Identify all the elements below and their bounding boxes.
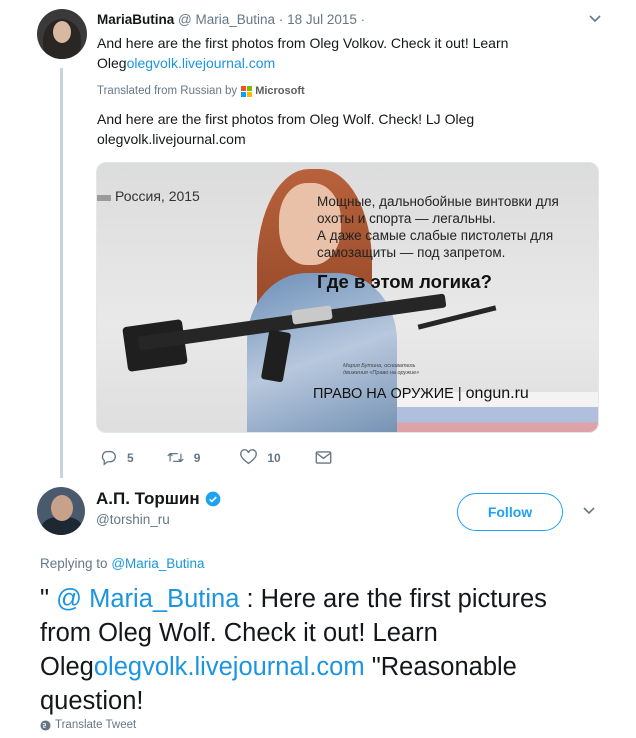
replying-to: Replying to @Maria_Butina: [40, 556, 205, 571]
direct-message-button[interactable]: [315, 449, 332, 466]
author-name[interactable]: А.П. Торшин: [96, 489, 200, 509]
reply-icon: [101, 450, 116, 466]
author-handle[interactable]: @ Maria_Butina: [178, 12, 275, 27]
tweet-link[interactable]: olegvolk.livejournal.com: [94, 653, 365, 681]
reply-count: 5: [127, 450, 134, 465]
retweet-button[interactable]: 9: [167, 449, 201, 466]
tweet-photo[interactable]: Россия, 2015 Мощные, дальнобойные винтов…: [96, 162, 599, 433]
like-count: 10: [267, 450, 281, 465]
translated-text: And here are the first photos from Oleg …: [97, 111, 475, 147]
tweet-link[interactable]: olegvolk.livejournal.com: [127, 55, 276, 71]
poster-body-text: Мощные, дальнобойные винтовки для охоты …: [317, 194, 559, 260]
thread-connector: [60, 68, 63, 478]
tweet-actions: 5 9 10: [100, 449, 332, 466]
author-name[interactable]: MariaButina: [97, 12, 174, 27]
author-handle[interactable]: @torshin_ru: [96, 512, 170, 527]
follow-button[interactable]: Follow: [457, 493, 563, 531]
poster-year: Россия, 2015: [115, 188, 200, 204]
translate-tweet-button[interactable]: Translate Tweet: [40, 719, 136, 731]
tweet-original[interactable]: MariaButina @ Maria_Butina · 18 Jul 2015…: [0, 0, 636, 478]
tweet-text: " @ Maria_Butina : Here are the first pi…: [40, 585, 547, 715]
like-button[interactable]: 10: [240, 449, 281, 466]
replying-to-handle[interactable]: @Maria_Butina: [111, 556, 204, 571]
tweet-header: MariaButina @ Maria_Butina · 18 Jul 2015…: [97, 12, 366, 27]
translation-attribution: Translated from Russian by Microsoft: [97, 85, 305, 97]
globe-icon: [40, 719, 51, 731]
avatar[interactable]: [37, 9, 87, 59]
verified-badge-icon: [205, 491, 220, 507]
poster-question: Где в этом логика?: [317, 271, 492, 292]
poster-footer: ПРАВО НА ОРУЖИЕ | ongun.ru: [313, 385, 529, 402]
heart-icon: [240, 449, 258, 465]
mention-link[interactable]: @ Maria_Butina: [56, 585, 239, 613]
retweet-icon: [167, 452, 184, 463]
retweet-count: 9: [193, 450, 201, 465]
tweet-text: And here are the first photos from Oleg …: [97, 35, 509, 71]
author-name-row: А.П. Торшин: [96, 489, 221, 509]
microsoft-logo-icon: [241, 85, 253, 97]
avatar[interactable]: [37, 487, 85, 535]
chevron-down-icon[interactable]: [582, 505, 596, 519]
tweet-date[interactable]: 18 Jul 2015: [287, 12, 357, 27]
chevron-down-icon[interactable]: [588, 13, 602, 27]
envelope-icon: [315, 451, 332, 464]
reply-button[interactable]: 5: [100, 449, 134, 466]
poster-caption: Мария Бутина, основатель движения «Право…: [343, 363, 420, 376]
